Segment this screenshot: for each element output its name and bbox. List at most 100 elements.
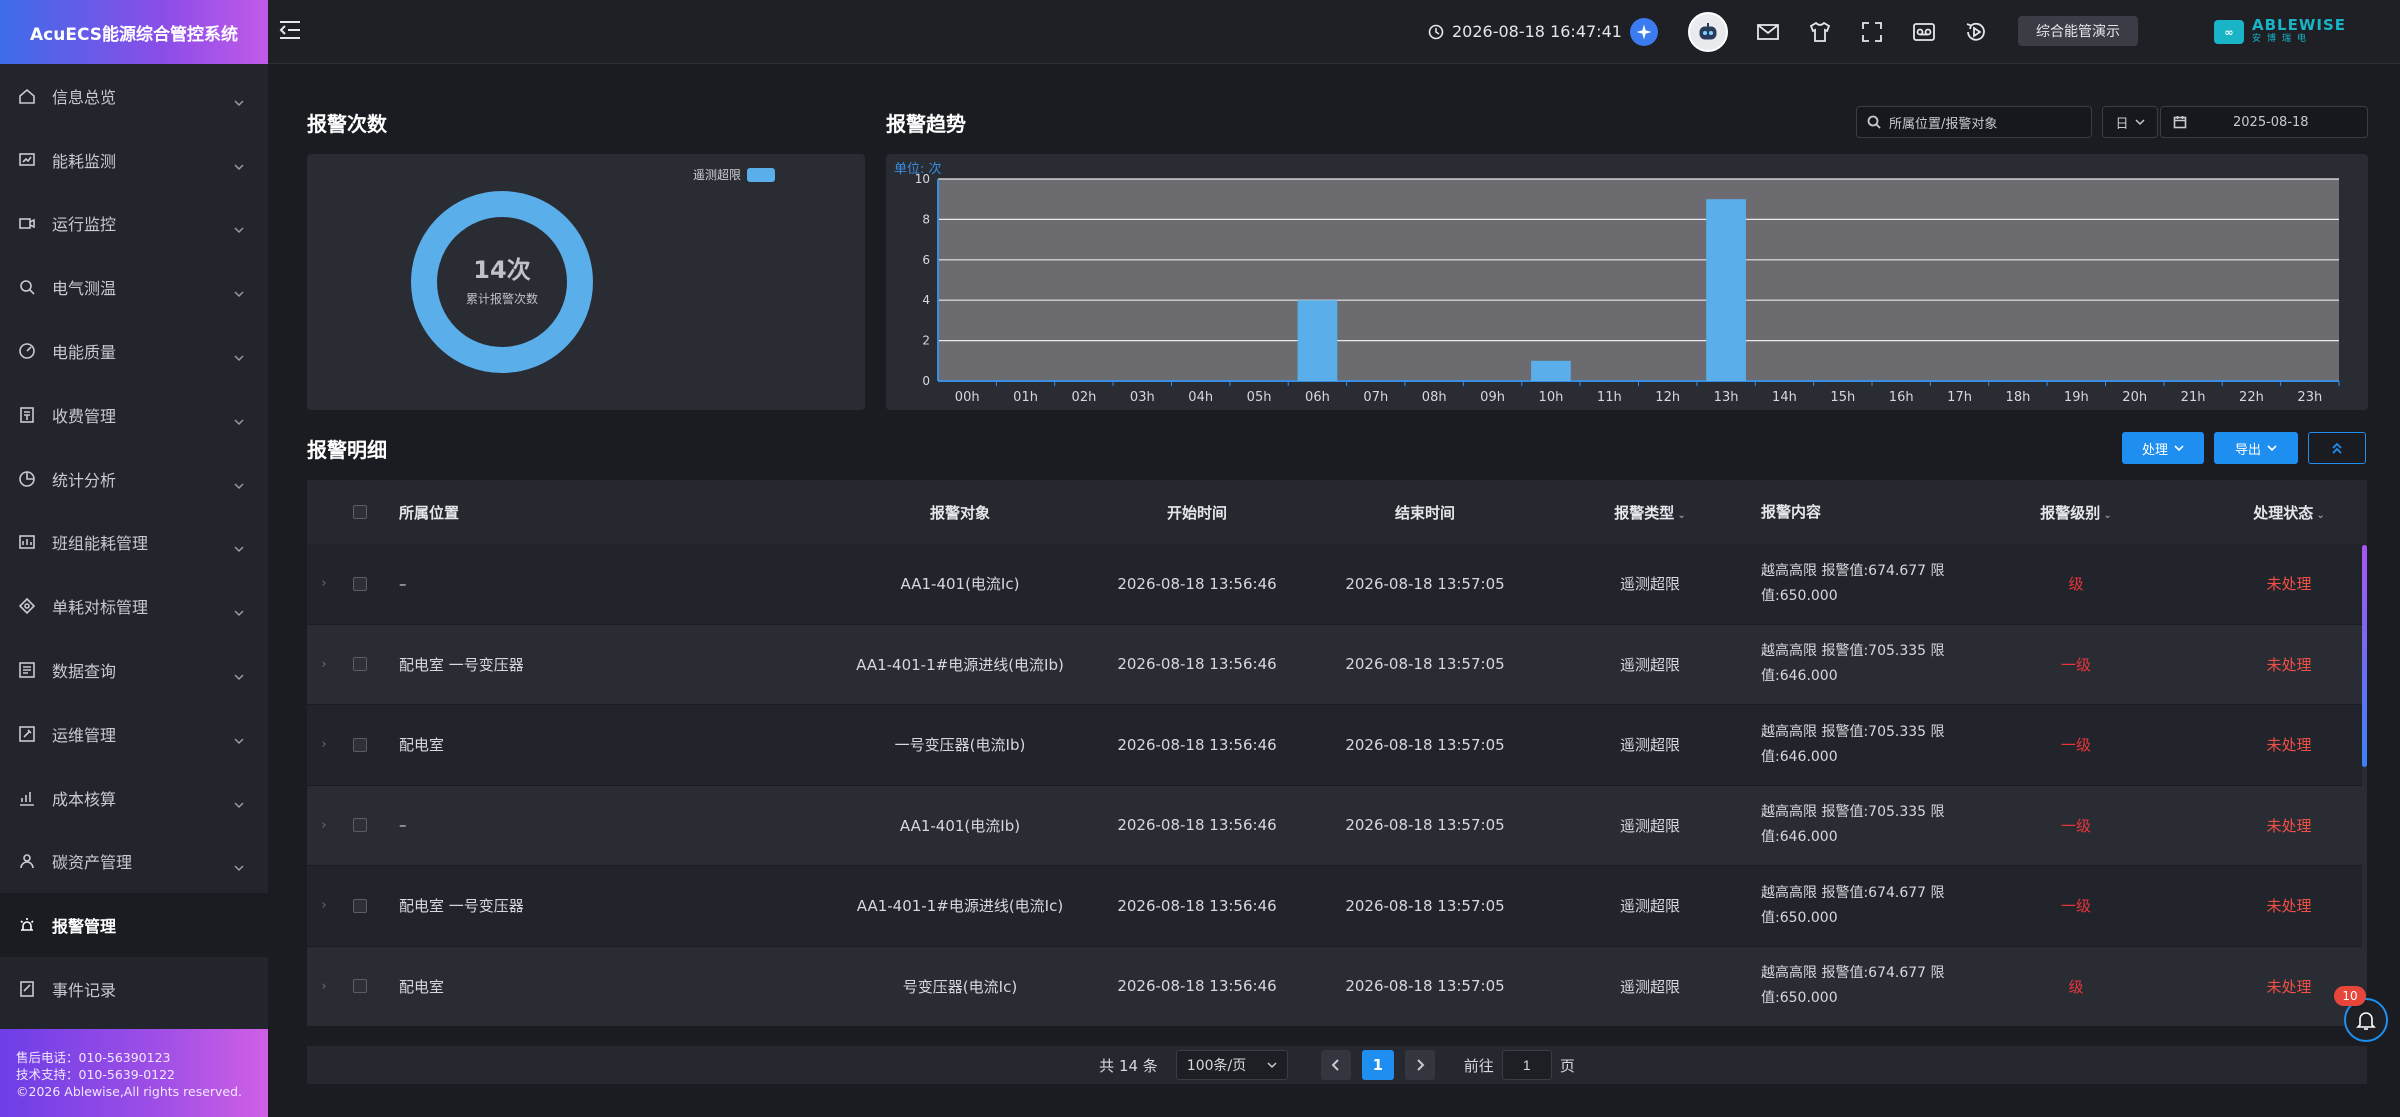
robot-avatar-icon[interactable] [1688, 12, 1728, 52]
playback-icon[interactable] [1962, 18, 1990, 46]
cell-alarm-level: 一级 [2060, 816, 2091, 835]
pie-icon [18, 470, 36, 488]
voicemail-icon[interactable] [1910, 18, 1938, 46]
billing-icon [18, 406, 36, 424]
export-dropdown-button[interactable]: 导出 [2214, 432, 2298, 464]
table-row[interactable]: › – AA1-401(电流Ic) 2026-08-18 13:56:46 2026-0… [307, 544, 2367, 625]
period-value: 日 [2115, 116, 2129, 132]
x-tick-label: 14h [1772, 390, 1797, 405]
row-checkbox[interactable] [341, 979, 399, 994]
table-row[interactable]: › – AA1-401(电流Ib) 2026-08-18 13:56:46 2026-0… [307, 785, 2367, 866]
process-dropdown-button[interactable]: 处理 [2122, 432, 2204, 464]
cell-start-time: 2026-08-18 13:56:46 [1117, 977, 1277, 996]
y-tick-label: 6 [922, 253, 930, 267]
row-checkbox[interactable] [341, 657, 399, 672]
x-tick-label: 10h [1539, 390, 1564, 405]
table-row[interactable]: › 配电室 号变压器(电流Ic) 2026-08-18 13:56:46 2026-08… [307, 946, 2367, 1027]
sidebar-item-1[interactable]: 能耗监测 [0, 128, 268, 192]
menu-collapse-icon[interactable] [276, 16, 308, 44]
chevron-down-icon [234, 347, 244, 366]
page-size-select[interactable]: 100条/页 [1175, 1050, 1288, 1080]
chevron-down-icon [234, 283, 244, 302]
sidebar-item-14[interactable]: 事件记录 [0, 957, 268, 1021]
sidebar-item-label: 信息总览 [52, 87, 117, 107]
app-title: AcuECS能源综合管控系统 [0, 0, 268, 64]
table-row[interactable]: › 配电室 一号变压器(电流Ib) 2026-08-18 13:56:46 2026-0… [307, 705, 2367, 786]
sidebar-item-0[interactable]: 信息总览 [0, 64, 268, 128]
x-tick-label: 16h [1889, 390, 1914, 405]
sidebar-item-8[interactable]: 单耗对标管理 [0, 574, 268, 638]
x-tick-label: 05h [1247, 390, 1272, 405]
sidebar-item-5[interactable]: 收费管理 [0, 383, 268, 447]
thermo-search-icon [18, 278, 36, 296]
donut-legend[interactable]: 遥测超限 [693, 166, 775, 183]
row-checkbox[interactable] [341, 818, 399, 833]
x-tick-label: 01h [1013, 390, 1038, 405]
next-page-button[interactable] [1404, 1050, 1435, 1080]
ai-assistant-icon[interactable] [1630, 18, 1658, 46]
expand-row-icon[interactable]: › [307, 979, 341, 994]
y-tick-label: 2 [922, 334, 930, 348]
col-alarm-level[interactable]: 报警级别 ⌄ [1983, 502, 2169, 523]
cell-start-time: 2026-08-18 13:56:46 [1117, 655, 1277, 674]
cell-alarm-content: 越高高限 报警值:674.677 限值:650.000 [1761, 965, 1945, 1007]
page-number-current[interactable]: 1 [1361, 1050, 1394, 1080]
x-tick-label: 23h [2297, 390, 2322, 405]
date-picker[interactable]: 2025-08-18 [2160, 106, 2368, 138]
cell-alarm-content: 越高高限 报警值:674.677 限值:650.000 [1761, 884, 1945, 926]
sidebar-item-10[interactable]: 运维管理 [0, 702, 268, 766]
fullscreen-icon[interactable] [1858, 18, 1886, 46]
period-select[interactable]: 日 [2102, 106, 2158, 138]
sidebar-item-label: 电能质量 [52, 343, 117, 363]
sidebar-item-13[interactable]: 报警管理 [0, 893, 268, 958]
cell-alarm-level: 级 [2068, 575, 2084, 594]
goto-page-input[interactable] [1501, 1050, 1552, 1080]
expand-row-icon[interactable]: › [307, 657, 341, 672]
demo-switch-button[interactable]: 综合能管演示 [2018, 16, 2138, 46]
expand-row-icon[interactable]: › [307, 576, 341, 591]
row-checkbox[interactable] [341, 737, 399, 752]
alarm-count-panel: 遥测超限 14次 累计报警次数 [307, 154, 865, 410]
mail-icon[interactable] [1754, 18, 1782, 46]
table-row[interactable]: › 配电室 一号变压器 AA1-401-1#电源进线(电流Ib) 2026-08-18… [307, 624, 2367, 705]
sidebar-item-label: 电气测温 [52, 279, 117, 299]
sidebar-item-12[interactable]: 碳资产管理 [0, 830, 268, 894]
sidebar-item-6[interactable]: 统计分析 [0, 447, 268, 511]
calendar-icon [2173, 116, 2187, 129]
sidebar-item-4[interactable]: 电能质量 [0, 319, 268, 383]
prev-page-button[interactable] [1320, 1050, 1351, 1080]
row-checkbox[interactable] [341, 898, 399, 913]
x-tick-label: 22h [2239, 390, 2264, 405]
expand-row-icon[interactable]: › [307, 818, 341, 833]
sidebar-item-11[interactable]: 成本核算 [0, 766, 268, 830]
bar-13h [1706, 199, 1746, 381]
cell-alarm-content: 越高高限 报警值:705.335 限值:646.000 [1761, 804, 1945, 846]
expand-row-icon[interactable]: › [307, 737, 341, 752]
expand-row-icon[interactable]: › [307, 898, 341, 913]
export-label: 导出 [2234, 442, 2261, 458]
location-search-input[interactable]: 所属位置/报警对象 [1856, 106, 2092, 138]
sidebar-item-3[interactable]: 电气测温 [0, 255, 268, 319]
col-object: 报警对象 [929, 503, 990, 522]
sidebar-item-7[interactable]: 班组能耗管理 [0, 511, 268, 575]
sidebar-item-9[interactable]: 数据查询 [0, 638, 268, 702]
cell-location: – [399, 574, 407, 593]
table-scrollbar-thumb[interactable] [2362, 545, 2367, 767]
x-tick-label: 11h [1597, 390, 1622, 405]
alarm-count-title: 报警次数 [307, 112, 387, 136]
table-row[interactable]: › 配电室 一号变压器 AA1-401-1#电源进线(电流Ic) 2026-08-18… [307, 866, 2367, 947]
skin-shirt-icon[interactable] [1806, 18, 1834, 46]
cell-alarm-type: 遥测超限 [1619, 736, 1680, 755]
sidebar-item-label: 班组能耗管理 [52, 534, 149, 554]
col-process-status[interactable]: 处理状态 ⌄ [2169, 502, 2400, 523]
cell-end-time: 2026-08-18 13:57:05 [1345, 896, 1505, 915]
x-tick-label: 09h [1480, 390, 1505, 405]
row-checkbox[interactable] [341, 576, 399, 591]
col-alarm-type[interactable]: 报警类型 ⌄ [1539, 502, 1761, 523]
cell-object: AA1-401-1#电源进线(电流Ib) [856, 655, 1064, 674]
goto-label: 前往 [1463, 1056, 1494, 1075]
sidebar-item-2[interactable]: 运行监控 [0, 192, 268, 256]
chevron-down-icon [2134, 119, 2145, 126]
collapse-up-button[interactable] [2308, 432, 2366, 464]
select-all-checkbox[interactable] [341, 505, 399, 519]
